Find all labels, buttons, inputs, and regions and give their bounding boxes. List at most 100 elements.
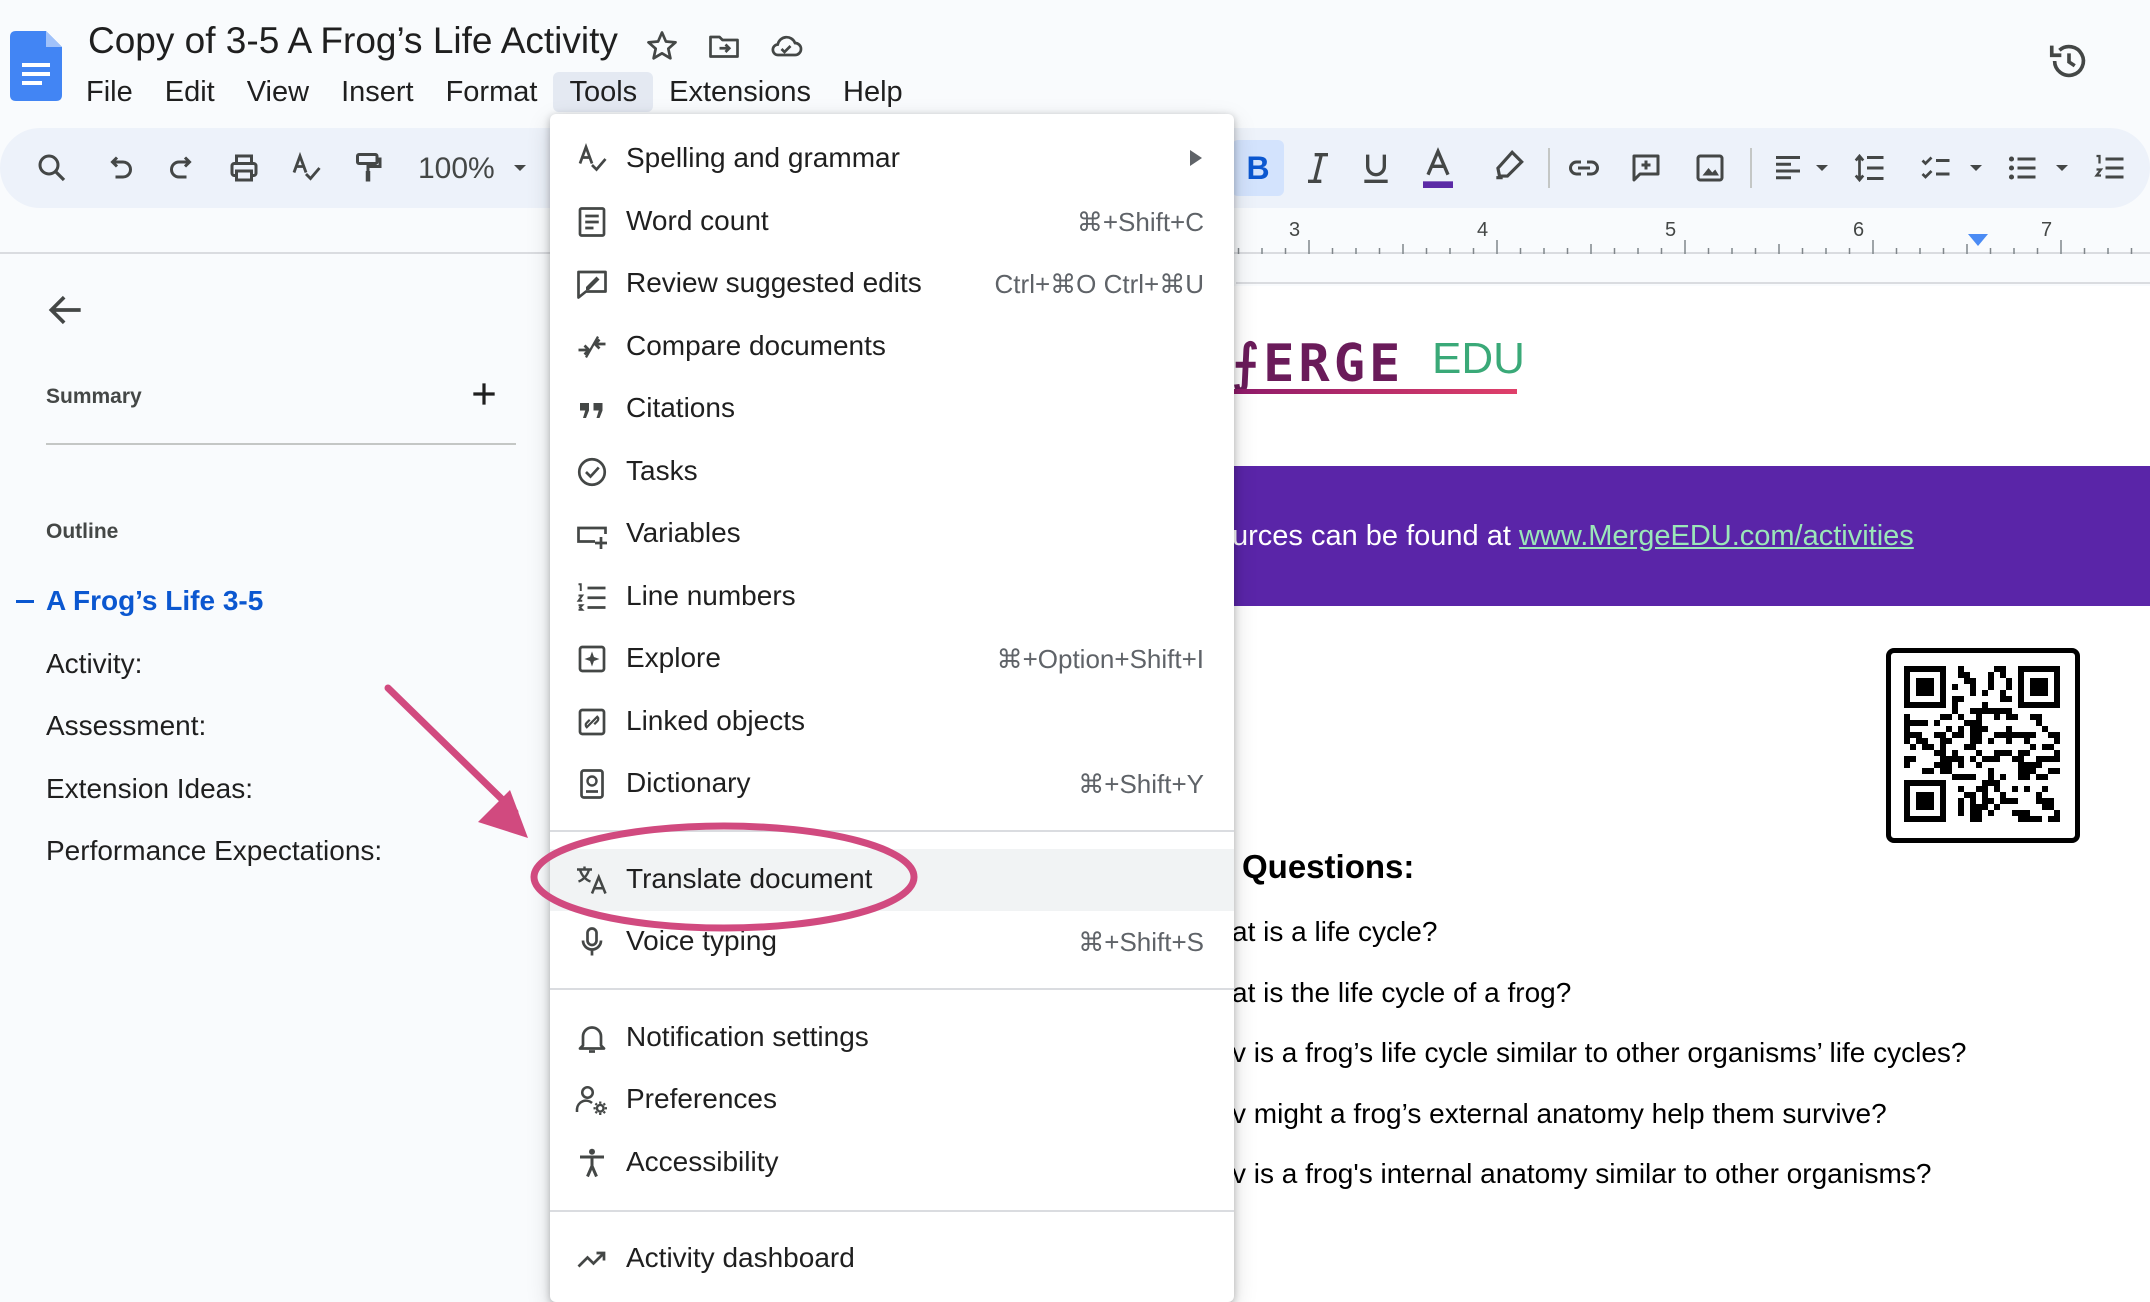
qr-module	[1970, 756, 1976, 762]
menu-item-word-count[interactable]: Word count ⌘+Shift+C	[550, 191, 1234, 253]
spellcheck-icon[interactable]	[288, 150, 324, 186]
close-outline-arrow-icon[interactable]	[44, 288, 88, 332]
menu-item-translate-document[interactable]: Translate document	[550, 849, 1234, 911]
version-history-icon[interactable]	[2046, 38, 2092, 84]
document-title[interactable]: Copy of 3-5 A Frog’s Life Activity	[88, 20, 618, 62]
print-icon[interactable]	[226, 150, 262, 186]
qr-module	[2036, 774, 2042, 780]
qr-module	[2042, 798, 2048, 804]
menu-item-label: Accessibility	[626, 1146, 779, 1177]
banner-text: urces can be found at www.MergeEDU.com/a…	[1232, 520, 1914, 553]
menu-item-activity-dashboard[interactable]: Activity dashboard	[550, 1228, 1234, 1290]
highlight-color-icon[interactable]	[1490, 146, 1528, 184]
menu-item-shortcut: ⌘+Option+Shift+I	[996, 644, 1204, 674]
menu-item-notification-settings[interactable]: Notification settings	[550, 1007, 1234, 1069]
menu-item-variables[interactable]: Variables	[550, 503, 1234, 565]
docs-logo-icon[interactable]	[10, 31, 62, 101]
qr-module	[1934, 732, 1940, 738]
menu-item-label: Activity dashboard	[626, 1242, 855, 1273]
menu-format[interactable]: Format	[430, 72, 554, 112]
qr-finder-inner	[1916, 792, 1934, 810]
menu-item-explore[interactable]: Explore ⌘+Option+Shift+I	[550, 628, 1234, 690]
outline-item-performance-expectations[interactable]: Performance Expectations:	[46, 835, 382, 867]
outline-item-extension-ideas[interactable]: Extension Ideas:	[46, 773, 253, 805]
outline-item-heading[interactable]: A Frog’s Life 3-5	[46, 585, 263, 617]
qr-module	[2000, 666, 2006, 672]
qr-code	[1886, 648, 2080, 843]
menu-item-accessibility[interactable]: Accessibility	[550, 1132, 1234, 1194]
outline-item-assessment[interactable]: Assessment:	[46, 710, 206, 742]
align-dropdown-icon[interactable]	[1810, 156, 1834, 180]
menu-item-compare-documents[interactable]: Compare documents	[550, 316, 1234, 378]
move-folder-icon[interactable]	[706, 28, 742, 64]
align-left-icon[interactable]	[1770, 150, 1806, 186]
horizontal-ruler[interactable]: 3 4 5 6 7	[1236, 212, 2150, 254]
qr-module	[2036, 762, 2042, 768]
insert-image-icon[interactable]	[1692, 150, 1728, 186]
insert-link-icon[interactable]	[1566, 150, 1602, 186]
annotation-arrowhead	[478, 790, 528, 838]
menu-item-preferences[interactable]: Preferences	[550, 1069, 1234, 1131]
menu-edit[interactable]: Edit	[149, 72, 231, 112]
banner-link[interactable]: www.MergeEDU.com/activities	[1519, 520, 1914, 552]
menu-item-spelling-and-grammar[interactable]: Spelling and grammar	[550, 128, 1234, 190]
bullet-dropdown-icon[interactable]	[2050, 156, 2074, 180]
outline-item-activity[interactable]: Activity:	[46, 648, 142, 680]
qr-module	[1934, 762, 1940, 768]
microphone-icon	[574, 924, 610, 960]
menu-item-citations[interactable]: Citations	[550, 378, 1234, 440]
qr-module	[1970, 708, 1976, 714]
qr-module	[1910, 732, 1916, 738]
menu-item-line-numbers[interactable]: Line numbers	[550, 566, 1234, 628]
qr-module	[2030, 816, 2036, 822]
menu-file[interactable]: File	[70, 72, 149, 112]
underline-icon[interactable]	[1356, 148, 1396, 188]
menu-tools[interactable]: Tools	[553, 72, 654, 112]
menu-item-dictionary[interactable]: Dictionary ⌘+Shift+Y	[550, 753, 1234, 815]
merge-edu-text: EDU	[1432, 334, 1525, 383]
menu-extensions[interactable]: Extensions	[653, 72, 827, 112]
qr-module	[1976, 708, 1982, 714]
qr-module	[1958, 786, 1964, 792]
qr-module	[2036, 756, 2042, 762]
search-menus-icon[interactable]	[34, 150, 70, 186]
menu-help[interactable]: Help	[827, 72, 919, 112]
numbered-list-icon[interactable]	[2092, 150, 2128, 186]
bulleted-list-icon[interactable]	[2004, 150, 2040, 186]
ruler-number: 5	[1665, 219, 1676, 241]
italic-icon[interactable]	[1298, 148, 1338, 188]
line-spacing-icon[interactable]	[1852, 150, 1888, 186]
menu-item-voice-typing[interactable]: Voice typing ⌘+Shift+S	[550, 911, 1234, 973]
zoom-dropdown-icon[interactable]	[508, 156, 532, 180]
redo-icon[interactable]	[164, 150, 200, 186]
menu-item-tasks[interactable]: Tasks	[550, 441, 1234, 503]
menu-insert[interactable]: Insert	[325, 72, 430, 112]
menu-view[interactable]: View	[231, 72, 325, 112]
checklist-dropdown-icon[interactable]	[1964, 156, 1988, 180]
qr-module	[1982, 780, 1988, 786]
qr-module	[1940, 768, 1946, 774]
qr-module	[1976, 762, 1982, 768]
menu-item-review-suggested-edits[interactable]: Review suggested edits Ctrl+⌘O Ctrl+⌘U	[550, 253, 1234, 315]
qr-module	[2000, 792, 2006, 798]
accessibility-icon	[574, 1145, 610, 1181]
add-comment-icon[interactable]	[1628, 150, 1664, 186]
qr-module	[1964, 792, 1970, 798]
paint-format-icon[interactable]	[350, 150, 386, 186]
qr-module	[2048, 732, 2054, 738]
cloud-status-icon[interactable]	[768, 28, 804, 64]
star-icon[interactable]	[644, 28, 680, 64]
qr-module	[2000, 696, 2006, 702]
question-line: at is a life cycle?	[1232, 916, 1438, 947]
menu-item-linked-objects[interactable]: Linked objects	[550, 691, 1234, 753]
undo-icon[interactable]	[102, 150, 138, 186]
checklist-icon[interactable]	[1918, 150, 1954, 186]
text-color-icon[interactable]	[1418, 146, 1458, 190]
qr-module	[1922, 744, 1928, 750]
qr-module	[1970, 804, 1976, 810]
qr-module	[2000, 750, 2006, 756]
add-summary-plus-icon[interactable]	[468, 378, 500, 410]
zoom-select[interactable]: 100%	[418, 152, 495, 186]
bold-button[interactable]: B	[1232, 140, 1284, 196]
ruler-number: 7	[2041, 219, 2052, 241]
